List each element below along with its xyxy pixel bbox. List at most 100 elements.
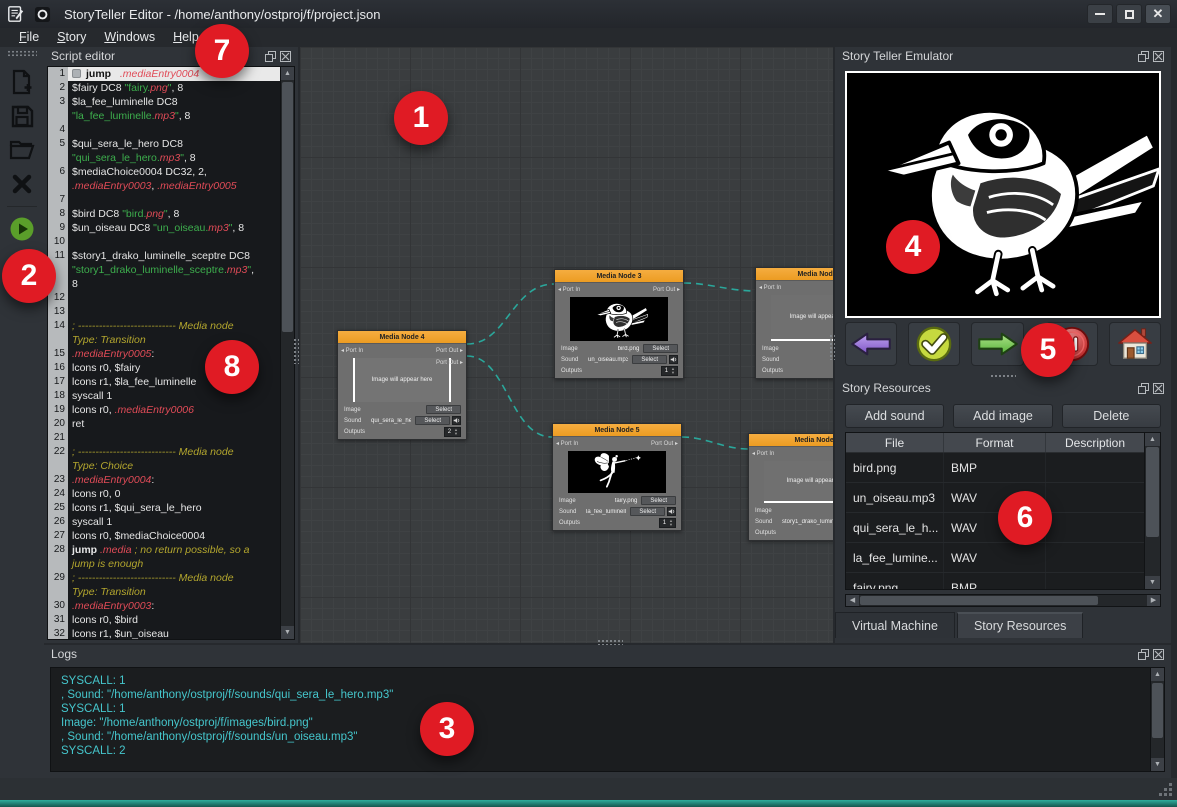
select-sound-button[interactable]: Select — [415, 416, 450, 425]
close-panel-icon[interactable] — [1153, 649, 1164, 660]
node-title: Media Node 5 — [553, 424, 681, 437]
media-node[interactable]: Media Node 6◂ Port InImage will appear h… — [748, 433, 833, 541]
select-sound-button[interactable]: Select — [632, 355, 667, 364]
tab-story-resources[interactable]: Story Resources — [957, 612, 1083, 638]
close-panel-icon[interactable] — [280, 51, 291, 62]
scroll-up-icon[interactable]: ▲ — [1151, 668, 1164, 681]
launcher-notes-icon[interactable] — [6, 4, 26, 24]
port-in[interactable]: ◂ Port In — [341, 347, 363, 354]
add-sound-button[interactable]: Add sound — [845, 404, 944, 428]
minimize-button[interactable] — [1087, 4, 1113, 24]
scroll-down-icon[interactable]: ▼ — [1151, 758, 1164, 771]
sound-value: la_fee_luminelle.mp3 — [586, 509, 626, 515]
column-format[interactable]: Format — [944, 433, 1046, 452]
scroll-right-icon[interactable]: ▶ — [1147, 595, 1160, 606]
outputs-label: Outputs — [755, 530, 780, 536]
speaker-icon[interactable] — [452, 416, 461, 425]
float-panel-icon[interactable] — [1138, 649, 1149, 660]
scroll-left-icon[interactable]: ◀ — [846, 595, 859, 606]
forward-button[interactable] — [971, 322, 1023, 366]
menu-file[interactable]: File — [10, 28, 48, 47]
scrollbar-handle[interactable] — [1146, 447, 1159, 537]
outputs-value: 1 — [662, 368, 671, 374]
scrollbar-handle[interactable] — [860, 596, 1098, 605]
node-image-area: Image will appear here — [771, 295, 833, 341]
menu-bar: FileStoryWindowsHelp — [0, 28, 1177, 47]
port-out[interactable]: Port Out ▸ — [436, 347, 463, 354]
line-number: 26 — [48, 515, 68, 529]
media-node[interactable]: Media Node 4◂ Port InPort Out ▸Port Out … — [337, 330, 467, 440]
home-button[interactable] — [1109, 322, 1161, 366]
add-image-button[interactable]: Add image — [953, 404, 1052, 428]
scrollbar-handle[interactable] — [282, 82, 293, 332]
image-placeholder-text: Image will appear here — [790, 314, 833, 320]
port-in[interactable]: ◂ Port In — [556, 440, 578, 447]
column-file[interactable]: File — [846, 433, 944, 452]
scroll-up-icon[interactable]: ▲ — [1145, 433, 1160, 446]
resource-row[interactable]: bird.pngBMP — [846, 453, 1144, 483]
splitter-left[interactable] — [293, 338, 299, 364]
resource-row[interactable]: la_fee_lumine...WAV — [846, 543, 1144, 573]
back-button[interactable] — [845, 322, 897, 366]
splitter-bottom[interactable] — [597, 639, 623, 645]
splitter-right[interactable] — [829, 334, 835, 360]
new-project-button[interactable] — [8, 68, 36, 96]
logs-scrollbar[interactable]: ▲ ▼ — [1150, 668, 1164, 771]
float-panel-icon[interactable] — [265, 51, 276, 62]
app-icon[interactable] — [32, 4, 52, 24]
column-description[interactable]: Description — [1046, 433, 1144, 452]
close-project-button[interactable] — [8, 170, 36, 198]
float-panel-icon[interactable] — [1138, 51, 1149, 62]
port-in[interactable]: ◂ Port In — [759, 284, 781, 291]
scrollbar-handle[interactable] — [1152, 683, 1163, 738]
speaker-icon[interactable] — [667, 507, 676, 516]
node-graph-canvas[interactable]: Media Node 4◂ Port InPort Out ▸Port Out … — [300, 47, 833, 643]
float-panel-icon[interactable] — [1138, 383, 1149, 394]
select-image-button[interactable]: Select — [426, 405, 461, 414]
port-out[interactable]: Port Out ▸ — [436, 359, 463, 366]
code-line: 11$story1_drako_luminelle_sceptre DC8 — [48, 249, 280, 263]
resource-row[interactable]: un_oiseau.mp3WAV — [846, 483, 1144, 513]
confirm-button[interactable] — [908, 322, 960, 366]
scroll-up-icon[interactable]: ▲ — [281, 67, 294, 80]
select-sound-button[interactable]: Select — [630, 507, 665, 516]
media-node[interactable]: Media Node 2◂ Port InImage will appear h… — [755, 267, 833, 379]
port-out[interactable]: Port Out ▸ — [653, 286, 680, 293]
outputs-stepper[interactable]: 2▲▼ — [444, 427, 461, 437]
outputs-stepper[interactable]: 1▲▼ — [659, 518, 676, 528]
resize-grip[interactable] — [1159, 783, 1173, 797]
close-button[interactable]: ✕ — [1145, 4, 1171, 24]
toolbar-grip[interactable] — [7, 50, 37, 57]
outputs-stepper[interactable]: 1▲▼ — [661, 366, 678, 376]
open-button[interactable] — [8, 136, 36, 164]
menu-story[interactable]: Story — [48, 28, 95, 47]
resource-row[interactable]: fairy.pngBMP — [846, 573, 1144, 589]
splitter-emulator[interactable] — [990, 374, 1016, 379]
speaker-icon[interactable] — [669, 355, 678, 364]
maximize-button[interactable] — [1116, 4, 1142, 24]
menu-windows[interactable]: Windows — [95, 28, 164, 47]
select-image-button[interactable]: Select — [641, 496, 676, 505]
close-panel-icon[interactable] — [1153, 383, 1164, 394]
scroll-down-icon[interactable]: ▼ — [281, 626, 294, 639]
port-in[interactable]: ◂ Port In — [752, 450, 774, 457]
table-scrollbar[interactable]: ▲ ▼ — [1144, 433, 1160, 589]
run-button[interactable] — [8, 215, 36, 243]
save-button[interactable] — [8, 102, 36, 130]
resource-row[interactable]: qui_sera_le_h...WAV — [846, 513, 1144, 543]
media-node[interactable]: Media Node 5◂ Port InPort Out ▸Imagefair… — [552, 423, 682, 531]
script-editor-panel: Script editor 1jump .mediaEntry00042$fai… — [44, 47, 298, 643]
sound-label: Sound — [559, 509, 584, 515]
cell-file: un_oiseau.mp3 — [846, 483, 944, 512]
select-image-button[interactable]: Select — [643, 344, 678, 353]
media-node[interactable]: Media Node 3◂ Port InPort Out ▸Imagebird… — [554, 269, 684, 379]
log-output[interactable]: SYSCALL: 1, Sound: "/home/anthony/ostpro… — [51, 668, 1150, 771]
scroll-down-icon[interactable]: ▼ — [1145, 576, 1160, 589]
port-out[interactable]: Port Out ▸ — [651, 440, 678, 447]
delete-button[interactable]: Delete — [1062, 404, 1161, 428]
close-panel-icon[interactable] — [1153, 51, 1164, 62]
port-in[interactable]: ◂ Port In — [558, 286, 580, 293]
tab-virtual-machine[interactable]: Virtual Machine — [835, 612, 955, 638]
table-hscrollbar[interactable]: ◀ ▶ — [845, 594, 1161, 607]
editor-scrollbar[interactable]: ▲ ▼ — [280, 67, 294, 639]
